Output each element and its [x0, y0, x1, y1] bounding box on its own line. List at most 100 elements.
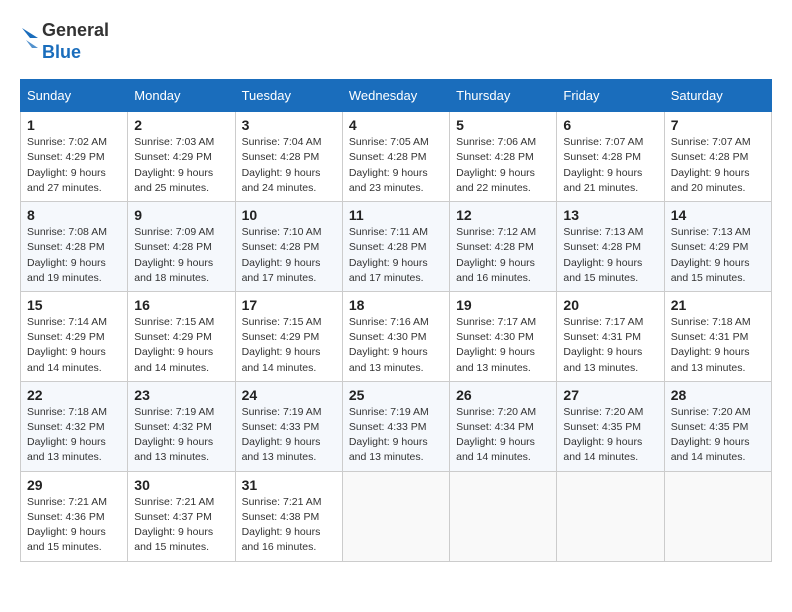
sunset-label: Sunset: 4:35 PM: [671, 421, 749, 433]
calendar-cell: 17 Sunrise: 7:15 AM Sunset: 4:29 PM Dayl…: [235, 291, 342, 381]
day-number: 20: [563, 297, 657, 313]
sunrise-label: Sunrise: 7:06 AM: [456, 136, 536, 148]
day-info: Sunrise: 7:12 AM Sunset: 4:28 PM Dayligh…: [456, 225, 550, 286]
weekday-header: Sunday: [21, 80, 128, 112]
day-number: 6: [563, 117, 657, 133]
sunset-label: Sunset: 4:29 PM: [671, 241, 749, 253]
day-info: Sunrise: 7:13 AM Sunset: 4:28 PM Dayligh…: [563, 225, 657, 286]
calendar-cell: 4 Sunrise: 7:05 AM Sunset: 4:28 PM Dayli…: [342, 112, 449, 202]
sunrise-label: Sunrise: 7:21 AM: [134, 496, 214, 508]
calendar-cell: 30 Sunrise: 7:21 AM Sunset: 4:37 PM Dayl…: [128, 471, 235, 561]
calendar-cell: 12 Sunrise: 7:12 AM Sunset: 4:28 PM Dayl…: [450, 202, 557, 292]
day-number: 23: [134, 387, 228, 403]
sunset-label: Sunset: 4:33 PM: [242, 421, 320, 433]
day-number: 19: [456, 297, 550, 313]
day-number: 22: [27, 387, 121, 403]
sunrise-label: Sunrise: 7:16 AM: [349, 316, 429, 328]
day-number: 10: [242, 207, 336, 223]
logo-container: General Blue: [20, 20, 109, 63]
calendar-cell: 9 Sunrise: 7:09 AM Sunset: 4:28 PM Dayli…: [128, 202, 235, 292]
day-number: 25: [349, 387, 443, 403]
sunrise-label: Sunrise: 7:04 AM: [242, 136, 322, 148]
weekday-header: Saturday: [664, 80, 771, 112]
calendar-week-row: 29 Sunrise: 7:21 AM Sunset: 4:36 PM Dayl…: [21, 471, 772, 561]
sunrise-label: Sunrise: 7:19 AM: [242, 406, 322, 418]
sunset-label: Sunset: 4:30 PM: [349, 331, 427, 343]
day-info: Sunrise: 7:09 AM Sunset: 4:28 PM Dayligh…: [134, 225, 228, 286]
day-info: Sunrise: 7:19 AM Sunset: 4:33 PM Dayligh…: [242, 405, 336, 466]
day-number: 28: [671, 387, 765, 403]
sunset-label: Sunset: 4:28 PM: [671, 151, 749, 163]
day-info: Sunrise: 7:13 AM Sunset: 4:29 PM Dayligh…: [671, 225, 765, 286]
daylight-label: Daylight: 9 hours and 13 minutes.: [349, 436, 428, 463]
calendar-cell: 29 Sunrise: 7:21 AM Sunset: 4:36 PM Dayl…: [21, 471, 128, 561]
sunrise-label: Sunrise: 7:20 AM: [671, 406, 751, 418]
sunset-label: Sunset: 4:28 PM: [27, 241, 105, 253]
daylight-label: Daylight: 9 hours and 13 minutes.: [134, 436, 213, 463]
day-info: Sunrise: 7:19 AM Sunset: 4:33 PM Dayligh…: [349, 405, 443, 466]
calendar-cell: 10 Sunrise: 7:10 AM Sunset: 4:28 PM Dayl…: [235, 202, 342, 292]
sunrise-label: Sunrise: 7:05 AM: [349, 136, 429, 148]
sunrise-label: Sunrise: 7:15 AM: [134, 316, 214, 328]
sunset-label: Sunset: 4:28 PM: [563, 151, 641, 163]
daylight-label: Daylight: 9 hours and 14 minutes.: [563, 436, 642, 463]
sunset-label: Sunset: 4:34 PM: [456, 421, 534, 433]
day-info: Sunrise: 7:21 AM Sunset: 4:37 PM Dayligh…: [134, 495, 228, 556]
sunset-label: Sunset: 4:28 PM: [242, 241, 320, 253]
daylight-label: Daylight: 9 hours and 13 minutes.: [671, 346, 750, 373]
day-info: Sunrise: 7:20 AM Sunset: 4:35 PM Dayligh…: [671, 405, 765, 466]
sunrise-label: Sunrise: 7:13 AM: [563, 226, 643, 238]
sunrise-label: Sunrise: 7:11 AM: [349, 226, 428, 238]
day-info: Sunrise: 7:20 AM Sunset: 4:35 PM Dayligh…: [563, 405, 657, 466]
sunrise-label: Sunrise: 7:15 AM: [242, 316, 322, 328]
sunset-label: Sunset: 4:29 PM: [242, 331, 320, 343]
sunset-label: Sunset: 4:29 PM: [27, 151, 105, 163]
daylight-label: Daylight: 9 hours and 19 minutes.: [27, 257, 106, 284]
sunset-label: Sunset: 4:28 PM: [349, 151, 427, 163]
day-info: Sunrise: 7:07 AM Sunset: 4:28 PM Dayligh…: [563, 135, 657, 196]
calendar-cell: 20 Sunrise: 7:17 AM Sunset: 4:31 PM Dayl…: [557, 291, 664, 381]
day-number: 24: [242, 387, 336, 403]
day-info: Sunrise: 7:06 AM Sunset: 4:28 PM Dayligh…: [456, 135, 550, 196]
sunset-label: Sunset: 4:33 PM: [349, 421, 427, 433]
calendar-table: SundayMondayTuesdayWednesdayThursdayFrid…: [20, 79, 772, 561]
day-number: 3: [242, 117, 336, 133]
page-header: General Blue: [20, 20, 772, 63]
sunrise-label: Sunrise: 7:10 AM: [242, 226, 322, 238]
day-number: 29: [27, 477, 121, 493]
daylight-label: Daylight: 9 hours and 27 minutes.: [27, 167, 106, 194]
weekday-header: Monday: [128, 80, 235, 112]
day-info: Sunrise: 7:21 AM Sunset: 4:38 PM Dayligh…: [242, 495, 336, 556]
day-number: 4: [349, 117, 443, 133]
sunrise-label: Sunrise: 7:19 AM: [349, 406, 429, 418]
day-number: 7: [671, 117, 765, 133]
daylight-label: Daylight: 9 hours and 13 minutes.: [242, 436, 321, 463]
day-number: 14: [671, 207, 765, 223]
day-number: 1: [27, 117, 121, 133]
day-info: Sunrise: 7:18 AM Sunset: 4:32 PM Dayligh…: [27, 405, 121, 466]
sunset-label: Sunset: 4:38 PM: [242, 511, 320, 523]
day-number: 27: [563, 387, 657, 403]
sunrise-label: Sunrise: 7:21 AM: [27, 496, 107, 508]
day-info: Sunrise: 7:20 AM Sunset: 4:34 PM Dayligh…: [456, 405, 550, 466]
calendar-cell: [450, 471, 557, 561]
sunset-label: Sunset: 4:32 PM: [134, 421, 212, 433]
day-number: 8: [27, 207, 121, 223]
calendar-week-row: 1 Sunrise: 7:02 AM Sunset: 4:29 PM Dayli…: [21, 112, 772, 202]
day-info: Sunrise: 7:16 AM Sunset: 4:30 PM Dayligh…: [349, 315, 443, 376]
calendar-cell: 11 Sunrise: 7:11 AM Sunset: 4:28 PM Dayl…: [342, 202, 449, 292]
sunset-label: Sunset: 4:32 PM: [27, 421, 105, 433]
daylight-label: Daylight: 9 hours and 14 minutes.: [671, 436, 750, 463]
sunrise-label: Sunrise: 7:20 AM: [563, 406, 643, 418]
sunset-label: Sunset: 4:28 PM: [134, 241, 212, 253]
calendar-header-row: SundayMondayTuesdayWednesdayThursdayFrid…: [21, 80, 772, 112]
day-info: Sunrise: 7:17 AM Sunset: 4:31 PM Dayligh…: [563, 315, 657, 376]
daylight-label: Daylight: 9 hours and 14 minutes.: [27, 346, 106, 373]
daylight-label: Daylight: 9 hours and 13 minutes.: [27, 436, 106, 463]
calendar-cell: 1 Sunrise: 7:02 AM Sunset: 4:29 PM Dayli…: [21, 112, 128, 202]
day-number: 26: [456, 387, 550, 403]
day-number: 11: [349, 207, 443, 223]
day-number: 15: [27, 297, 121, 313]
sunrise-label: Sunrise: 7:17 AM: [456, 316, 536, 328]
daylight-label: Daylight: 9 hours and 20 minutes.: [671, 167, 750, 194]
